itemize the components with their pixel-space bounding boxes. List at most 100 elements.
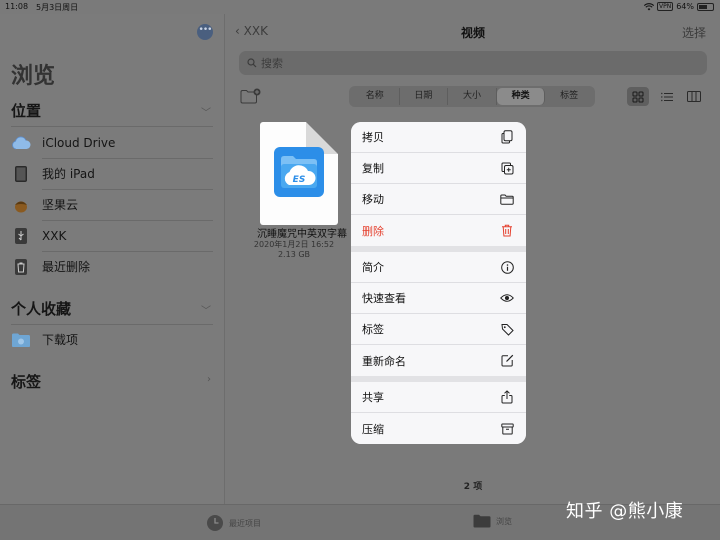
info-icon [500,260,514,274]
file-name[interactable]: 沉睡魔咒中英双字幕 [238,225,366,240]
wifi-icon [644,2,654,10]
status-right: VPN 64% [644,2,714,11]
menu-item-label: 拷贝 [362,131,384,144]
ipad-icon [11,164,31,184]
grid-icon [632,91,644,102]
menu-group-edit: 拷贝 复制 移动 删除 [351,122,526,246]
menu-item-label: 复制 [362,162,384,175]
more-options-button[interactable]: ••• [197,24,213,40]
trash-icon [500,224,514,238]
chevron-down-icon[interactable]: ﹀ [201,104,211,119]
eye-icon [500,291,514,305]
sort-option-kind[interactable]: 种类 [496,88,546,105]
search-input[interactable]: 搜索 [239,51,707,75]
sidebar-item-jianguoyun[interactable]: 坚果云 [11,189,213,220]
list-view-button[interactable] [656,87,678,106]
sidebar-item-label: 坚果云 [42,198,79,212]
new-folder-button[interactable] [240,88,262,108]
section-locations[interactable]: 位置 [11,100,41,121]
item-count: 2 项 [463,482,483,492]
menu-item-duplicate[interactable]: 复制 [351,153,526,184]
sidebar-item-ipad[interactable]: 我的 iPad [11,158,213,189]
section-favorites[interactable]: 个人收藏 [11,298,71,319]
sort-option-name[interactable]: 名称 [351,88,400,105]
search-placeholder: 搜索 [261,57,283,70]
watermark: 知乎 @熊小康 [566,501,684,522]
menu-item-rename[interactable]: 重新命名 [351,345,526,376]
trash-icon [11,257,31,277]
share-icon [500,390,514,404]
new-folder-icon [240,88,261,104]
chevron-right-icon[interactable]: › [207,374,211,385]
tag-icon [500,322,514,336]
sidebar: ••• 浏览 位置 ﹀ iCloud Drive 我的 iPad 坚果云 XXK [0,14,225,504]
sort-option-size[interactable]: 大小 [448,88,497,105]
sidebar-item-xxk[interactable]: XXK [11,220,213,251]
menu-item-tags[interactable]: 标签 [351,314,526,345]
menu-item-copy[interactable]: 拷贝 [351,122,526,153]
status-bar: 11:08 5月3日周日 VPN 64% [0,0,720,14]
menu-item-delete[interactable]: 删除 [351,215,526,246]
battery-percent: 64% [676,2,694,11]
battery-icon [697,2,714,11]
sort-option-date[interactable]: 日期 [400,88,449,105]
menu-item-info[interactable]: 简介 [351,252,526,283]
menu-item-share[interactable]: 共享 [351,382,526,413]
grid-view-button[interactable] [627,87,649,106]
icloud-icon [11,133,31,153]
section-tags[interactable]: 标签 [11,371,41,392]
edit-icon [500,354,514,368]
sidebar-item-label: XXK [42,228,67,243]
menu-item-label: 共享 [362,391,384,404]
tab-browse[interactable]: 浏览 [473,514,512,528]
file-date: 2020年1月2日 16:52 [253,240,335,249]
chevron-down-icon[interactable]: ﹀ [201,302,211,317]
usb-icon [11,226,31,246]
tab-label: 最近项目 [229,518,261,528]
nut-icon [11,195,31,215]
menu-item-label: 压缩 [362,422,384,436]
archive-icon [500,422,514,436]
menu-item-compress[interactable]: 压缩 [351,413,526,444]
menu-item-label: 快速查看 [362,292,406,305]
sort-segmented-control: 名称 日期 大小 种类 标签 [349,86,595,107]
menu-item-label: 重新命名 [362,354,406,368]
menu-item-label: 标签 [362,323,384,336]
select-button[interactable]: 选择 [682,24,706,41]
column-view-button[interactable] [683,87,705,106]
sidebar-item-label: 下载项 [42,333,79,347]
context-menu: 拷贝 复制 移动 删除 简介 快速查看 标签 重新命名 共享 压缩 [351,122,526,444]
menu-item-move[interactable]: 移动 [351,184,526,215]
status-date: 5月3日周日 [36,3,79,12]
sidebar-item-icloud[interactable]: iCloud Drive [11,127,213,158]
duplicate-icon [500,161,514,175]
file-thumbnail[interactable]: ES [260,122,338,225]
menu-item-label: 简介 [362,261,384,274]
sidebar-item-label: iCloud Drive [42,135,116,150]
clock-icon [207,515,223,531]
list-icon [661,92,673,101]
copy-icon [500,130,514,144]
tab-label: 浏览 [496,516,512,526]
sidebar-item-downloads[interactable]: 下载项 [11,324,213,355]
folder-icon [500,192,514,206]
menu-item-label: 移动 [362,193,384,206]
sidebar-title: 浏览 [11,64,56,89]
folder-download-icon [11,330,31,350]
sidebar-item-label: 最近删除 [42,260,91,274]
sidebar-item-label: 我的 iPad [42,167,95,181]
es-logo-text: ES [293,175,306,185]
status-time: 11:08 [5,2,29,11]
search-icon [247,58,257,68]
tab-recent[interactable]: 最近项目 [206,514,261,532]
sidebar-item-recently-deleted[interactable]: 最近删除 [11,251,213,282]
folder-icon [473,514,491,528]
vpn-badge: VPN [657,2,674,11]
page-title: 视频 [460,26,485,40]
menu-group-share: 共享 压缩 [351,382,526,444]
menu-item-quick-look[interactable]: 快速查看 [351,283,526,314]
file-size: 2.13 GB [277,250,311,259]
sort-option-tags[interactable]: 标签 [545,88,593,105]
es-file-explorer-icon: ES [274,147,324,197]
menu-group-info: 简介 快速查看 标签 重新命名 [351,252,526,376]
